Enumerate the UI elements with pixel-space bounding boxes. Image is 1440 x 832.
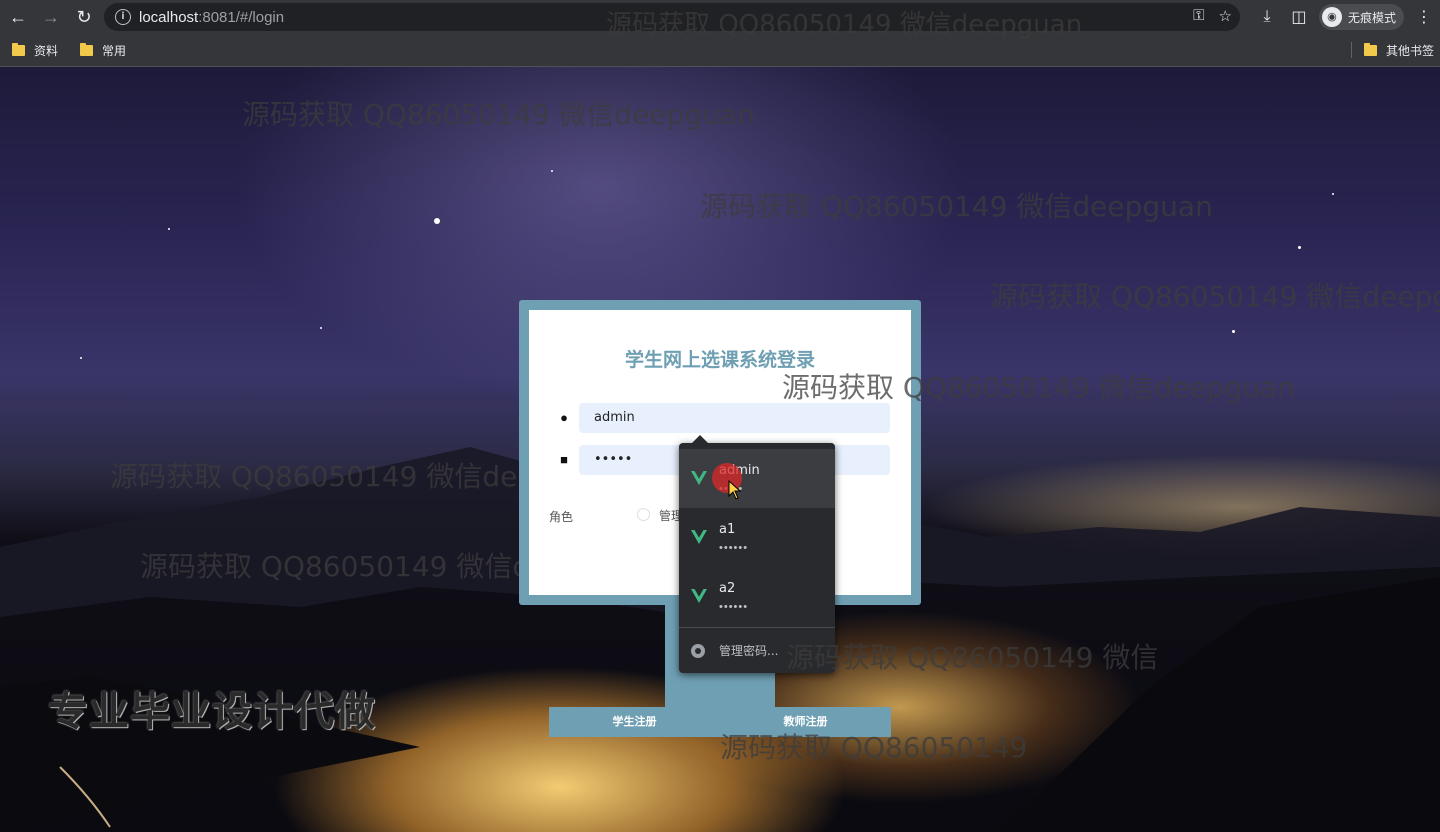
star <box>320 327 322 329</box>
url-text[interactable]: localhost:8081/#/login <box>139 9 284 26</box>
autofill-item[interactable]: a1 •••••• <box>679 508 835 567</box>
download-icon[interactable]: ⤓ <box>1251 8 1283 26</box>
watermark-text: 源码获取 QQ86050149 微信deepguan <box>990 280 1440 313</box>
star-icon[interactable]: ☆ <box>1219 7 1232 25</box>
autofill-item[interactable]: a2 •••••• <box>679 567 835 626</box>
student-register-button[interactable]: 学生注册 <box>549 707 720 737</box>
autofill-password: •••••• <box>719 601 749 613</box>
chrome-icon <box>691 643 705 658</box>
vue-logo-icon <box>691 589 707 603</box>
menu-icon[interactable]: ⋮ <box>1408 7 1440 27</box>
reload-icon[interactable]: ↻ <box>69 2 99 32</box>
autofill-username: a2 <box>719 581 736 596</box>
star <box>434 218 440 224</box>
folder-icon <box>80 42 94 56</box>
incognito-icon: ◉ <box>1321 7 1342 27</box>
bookmark-label: 资料 <box>34 43 59 58</box>
url-path: :8081/#/login <box>198 8 285 26</box>
vue-logo-icon <box>691 530 707 544</box>
star <box>1332 193 1334 195</box>
watermark-text: 源码获取 QQ86050149 微信deepguan <box>782 371 1295 404</box>
star <box>80 357 82 359</box>
watermark-text: 源码获取 QQ86050149 <box>720 731 1028 764</box>
url-host: localhost <box>139 8 199 26</box>
sidepanel-icon[interactable]: ◫ <box>1283 7 1315 27</box>
watermark-text: 源码获取 QQ86050149 微信deepguan <box>700 190 1213 223</box>
folder-icon <box>1363 42 1377 56</box>
role-label: 角色 <box>549 510 574 524</box>
incognito-badge[interactable]: ◉ 无痕模式 <box>1318 4 1404 30</box>
star <box>551 170 553 172</box>
autofill-password: •••••• <box>719 542 749 554</box>
mouse-cursor-icon <box>728 480 742 500</box>
vue-logo-icon <box>691 471 707 485</box>
other-bookmarks-label: 其他书签 <box>1385 43 1434 58</box>
star <box>168 228 170 230</box>
watermark-text: 源码获取 QQ86050149 微信 <box>786 641 1159 674</box>
star <box>1298 246 1301 249</box>
bookmark-folder-2[interactable]: 常用 <box>80 42 126 59</box>
other-bookmarks[interactable]: 其他书签 <box>1363 42 1434 59</box>
lock-icon: ■ <box>560 452 568 467</box>
incognito-label: 无痕模式 <box>1347 10 1396 25</box>
role-radio-admin[interactable] <box>637 508 650 521</box>
username-input[interactable]: admin <box>579 403 890 433</box>
forward-icon[interactable]: → <box>36 2 66 32</box>
site-info-icon[interactable]: i <box>115 9 131 25</box>
back-icon[interactable]: ← <box>3 2 33 32</box>
bookmark-label: 常用 <box>102 43 127 58</box>
bookmark-folder-1[interactable]: 资料 <box>12 42 58 59</box>
user-icon: ● <box>560 410 568 425</box>
watermark-text: 源码获取 QQ86050149 微信deepguan <box>242 98 755 131</box>
manage-passwords-label: 管理密码... <box>719 644 779 658</box>
key-icon[interactable]: ⚿ <box>1193 7 1204 25</box>
star <box>1232 330 1235 333</box>
folder-icon <box>12 42 25 56</box>
autofill-item[interactable]: admin ••••• <box>679 449 835 508</box>
autofill-username: a1 <box>719 522 736 537</box>
promo-watermark: 专业毕业设计代做 <box>48 689 376 735</box>
watermark-text: 源码获取 QQ86050149 微信deepguan <box>606 10 1083 40</box>
